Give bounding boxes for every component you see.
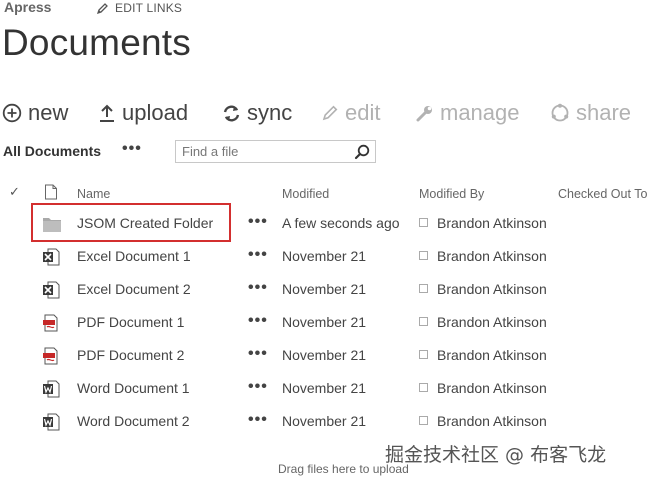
column-header-modified-by[interactable]: Modified By — [419, 187, 484, 201]
item-modified-by[interactable]: Brandon Atkinson — [437, 248, 547, 264]
share-label: share — [576, 100, 632, 125]
list-item[interactable]: Excel Document 2 ••• November 21 Brandon… — [0, 274, 650, 307]
item-modified: November 21 — [282, 380, 367, 396]
pdf-file-icon — [43, 314, 58, 332]
item-name-link[interactable]: PDF Document 1 — [77, 314, 184, 330]
edit-button[interactable]: edit — [321, 98, 380, 128]
item-modified: November 21 — [282, 347, 367, 363]
sync-button[interactable]: sync — [222, 98, 292, 128]
item-modified-by[interactable]: Brandon Atkinson — [437, 347, 547, 363]
item-modified-by[interactable]: Brandon Atkinson — [437, 380, 547, 396]
select-all-checkmark[interactable]: ✓ — [9, 184, 20, 200]
list-item[interactable]: Word Document 1 ••• November 21 Brandon … — [0, 373, 650, 406]
upload-arrow-icon — [100, 104, 114, 122]
item-name-link[interactable]: Word Document 2 — [77, 413, 190, 429]
item-name-link[interactable]: Excel Document 2 — [77, 281, 191, 297]
item-more-options[interactable]: ••• — [248, 378, 268, 396]
item-more-options[interactable]: ••• — [248, 246, 268, 264]
column-header-checked-out-to[interactable]: Checked Out To — [558, 187, 647, 201]
edit-links-label: EDIT LINKS — [115, 1, 183, 15]
item-more-options[interactable]: ••• — [248, 312, 268, 330]
item-modified: November 21 — [282, 314, 367, 330]
new-label: new — [28, 100, 69, 125]
share-button[interactable]: share — [550, 98, 631, 128]
item-modified: November 21 — [282, 248, 367, 264]
sync-icon — [223, 105, 240, 121]
presence-indicator — [419, 251, 428, 260]
item-modified: November 21 — [282, 281, 367, 297]
item-more-options[interactable]: ••• — [248, 279, 268, 297]
document-type-icon — [45, 184, 57, 200]
pdf-file-icon — [43, 347, 58, 365]
share-icon — [551, 103, 569, 122]
sync-label: sync — [247, 100, 293, 125]
site-title-link[interactable]: Apress — [4, 0, 51, 15]
view-selector-all-documents[interactable]: All Documents — [3, 143, 101, 159]
new-button[interactable]: new — [2, 98, 68, 128]
manage-button[interactable]: manage — [415, 98, 520, 128]
upload-label: upload — [122, 100, 189, 125]
item-modified: November 21 — [282, 413, 367, 429]
edit-label: edit — [345, 100, 381, 125]
item-modified-by[interactable]: Brandon Atkinson — [437, 314, 547, 330]
word-file-icon — [43, 413, 60, 431]
pencil-icon — [322, 105, 338, 121]
watermark: 掘金技术社区 @ 布客飞龙 — [385, 444, 607, 466]
manage-label: manage — [440, 100, 520, 125]
excel-file-icon — [43, 281, 60, 299]
edit-links-button[interactable]: EDIT LINKS — [96, 1, 182, 15]
pencil-icon — [96, 2, 108, 14]
item-modified-by[interactable]: Brandon Atkinson — [437, 215, 547, 231]
presence-indicator — [419, 317, 428, 326]
highlight-box — [31, 203, 231, 242]
item-more-options[interactable]: ••• — [248, 411, 268, 429]
column-header-name[interactable]: Name — [77, 187, 110, 201]
excel-file-icon — [43, 248, 60, 266]
presence-indicator — [419, 383, 428, 392]
presence-indicator — [419, 350, 428, 359]
list-item[interactable]: PDF Document 2 ••• November 21 Brandon A… — [0, 340, 650, 373]
search-icon[interactable] — [354, 144, 370, 160]
upload-button[interactable]: upload — [98, 98, 188, 128]
list-item[interactable]: Word Document 2 ••• November 21 Brandon … — [0, 406, 650, 439]
item-name-link[interactable]: Excel Document 1 — [77, 248, 191, 264]
item-modified-by[interactable]: Brandon Atkinson — [437, 413, 547, 429]
item-more-options[interactable]: ••• — [248, 345, 268, 363]
item-modified: A few seconds ago — [282, 215, 400, 231]
column-header-modified[interactable]: Modified — [282, 187, 329, 201]
plus-circle-icon — [2, 103, 22, 123]
item-name-link[interactable]: PDF Document 2 — [77, 347, 184, 363]
item-name-link[interactable]: Word Document 1 — [77, 380, 190, 396]
item-modified-by[interactable]: Brandon Atkinson — [437, 281, 547, 297]
item-more-options[interactable]: ••• — [248, 213, 268, 231]
list-item[interactable]: Excel Document 1 ••• November 21 Brandon… — [0, 241, 650, 274]
presence-indicator — [419, 218, 428, 227]
list-item[interactable]: PDF Document 1 ••• November 21 Brandon A… — [0, 307, 650, 340]
word-file-icon — [43, 380, 60, 398]
page-title: Documents — [2, 22, 191, 63]
view-more-options[interactable]: ••• — [122, 140, 142, 158]
search-input[interactable] — [176, 141, 352, 162]
presence-indicator — [419, 416, 428, 425]
wrench-icon — [416, 105, 432, 121]
search-box — [175, 140, 376, 163]
presence-indicator — [419, 284, 428, 293]
